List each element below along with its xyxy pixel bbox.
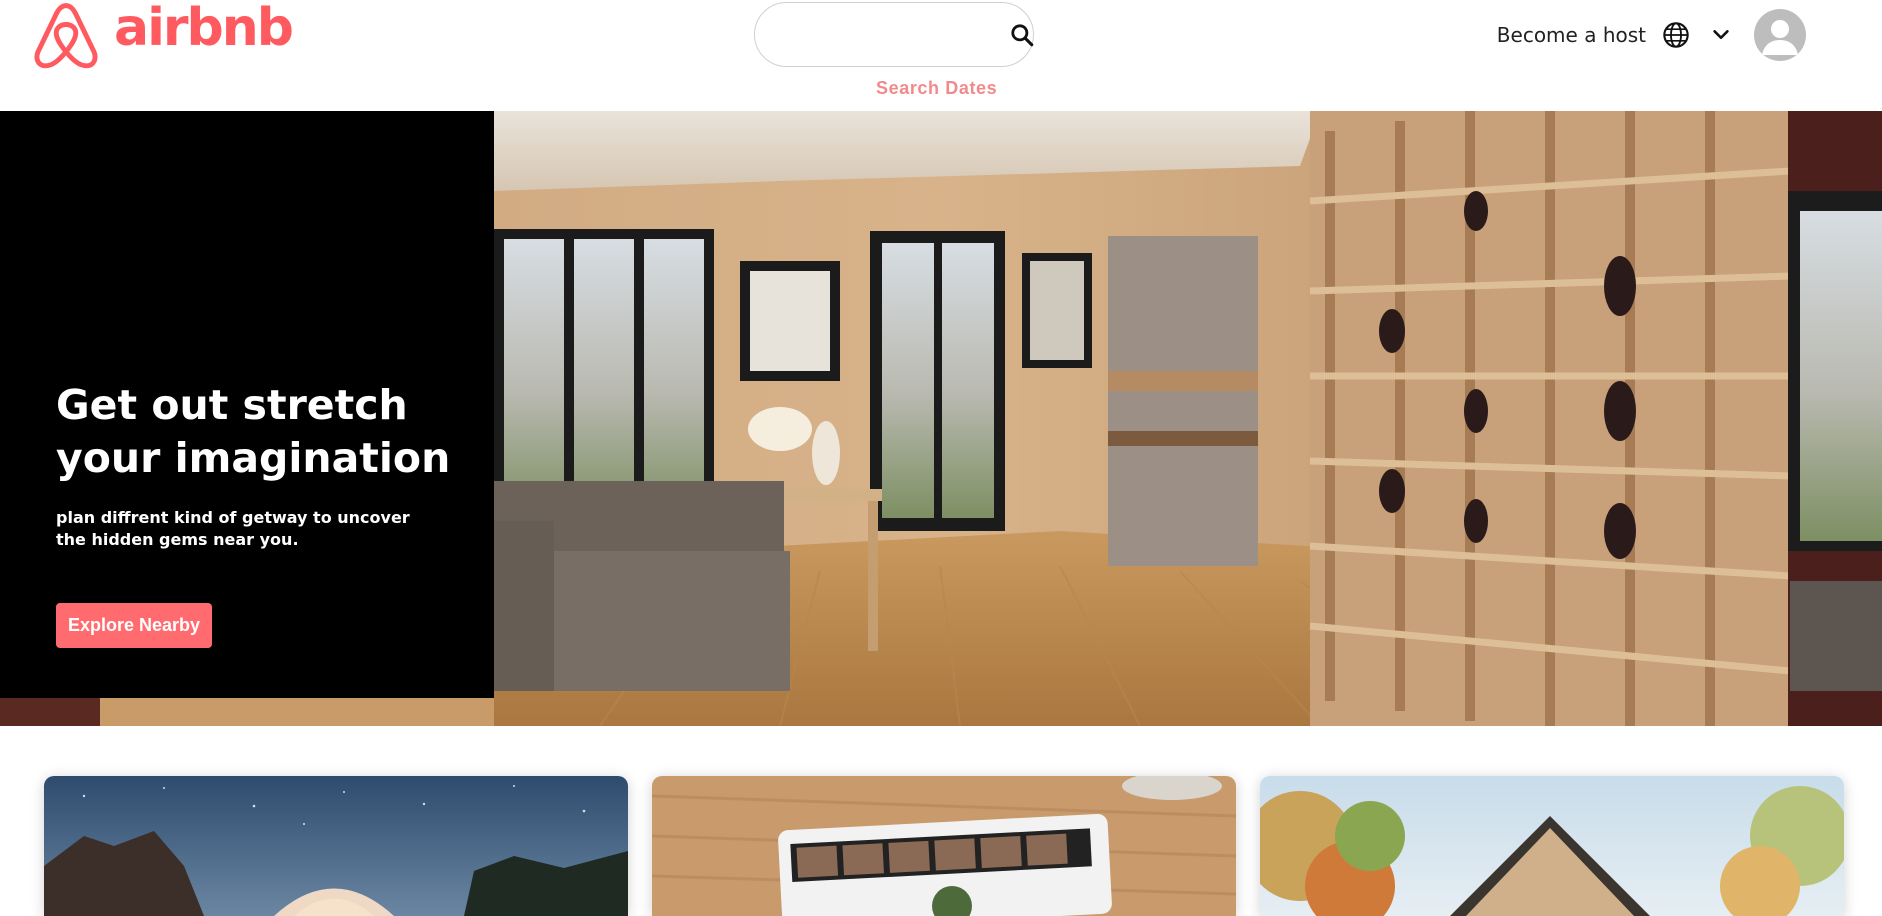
card-glamping[interactable] bbox=[44, 776, 628, 916]
airbnb-logo-icon bbox=[34, 3, 98, 69]
explore-nearby-button[interactable]: Explore Nearby bbox=[56, 603, 212, 648]
card-online-experiences[interactable] bbox=[652, 776, 1236, 916]
brand-name: airbnb bbox=[114, 0, 294, 58]
airbnb-logo[interactable]: airbnb bbox=[30, 0, 294, 70]
become-host-link[interactable]: Become a host bbox=[1497, 23, 1646, 47]
search-bar bbox=[754, 2, 1034, 67]
chevron-down-icon[interactable] bbox=[1710, 24, 1732, 46]
search-dates-link[interactable]: Search Dates bbox=[876, 78, 997, 99]
user-avatar[interactable] bbox=[1754, 9, 1806, 61]
hero-title: Get out stretch your imagination bbox=[56, 381, 451, 482]
online-experience-tablet-photo bbox=[652, 776, 1236, 916]
search-input[interactable] bbox=[755, 3, 1009, 66]
top-navigation-bar: airbnb Search Dates Become a host bbox=[0, 0, 1882, 110]
hero-banner: Get out stretch your imagination plan di… bbox=[0, 111, 1882, 726]
search-button[interactable] bbox=[1009, 9, 1035, 61]
wooden-cabin-autumn-photo bbox=[1260, 776, 1844, 916]
header-actions: Become a host bbox=[1497, 0, 1806, 70]
search-icon bbox=[1011, 23, 1034, 46]
hero-subtitle: plan diffrent kind of getway to uncover … bbox=[56, 508, 410, 549]
globe-icon[interactable] bbox=[1662, 21, 1690, 49]
glamping-dome-night-photo bbox=[44, 776, 628, 916]
card-unique-stays[interactable] bbox=[1260, 776, 1844, 916]
user-avatar-icon bbox=[1762, 20, 1798, 55]
